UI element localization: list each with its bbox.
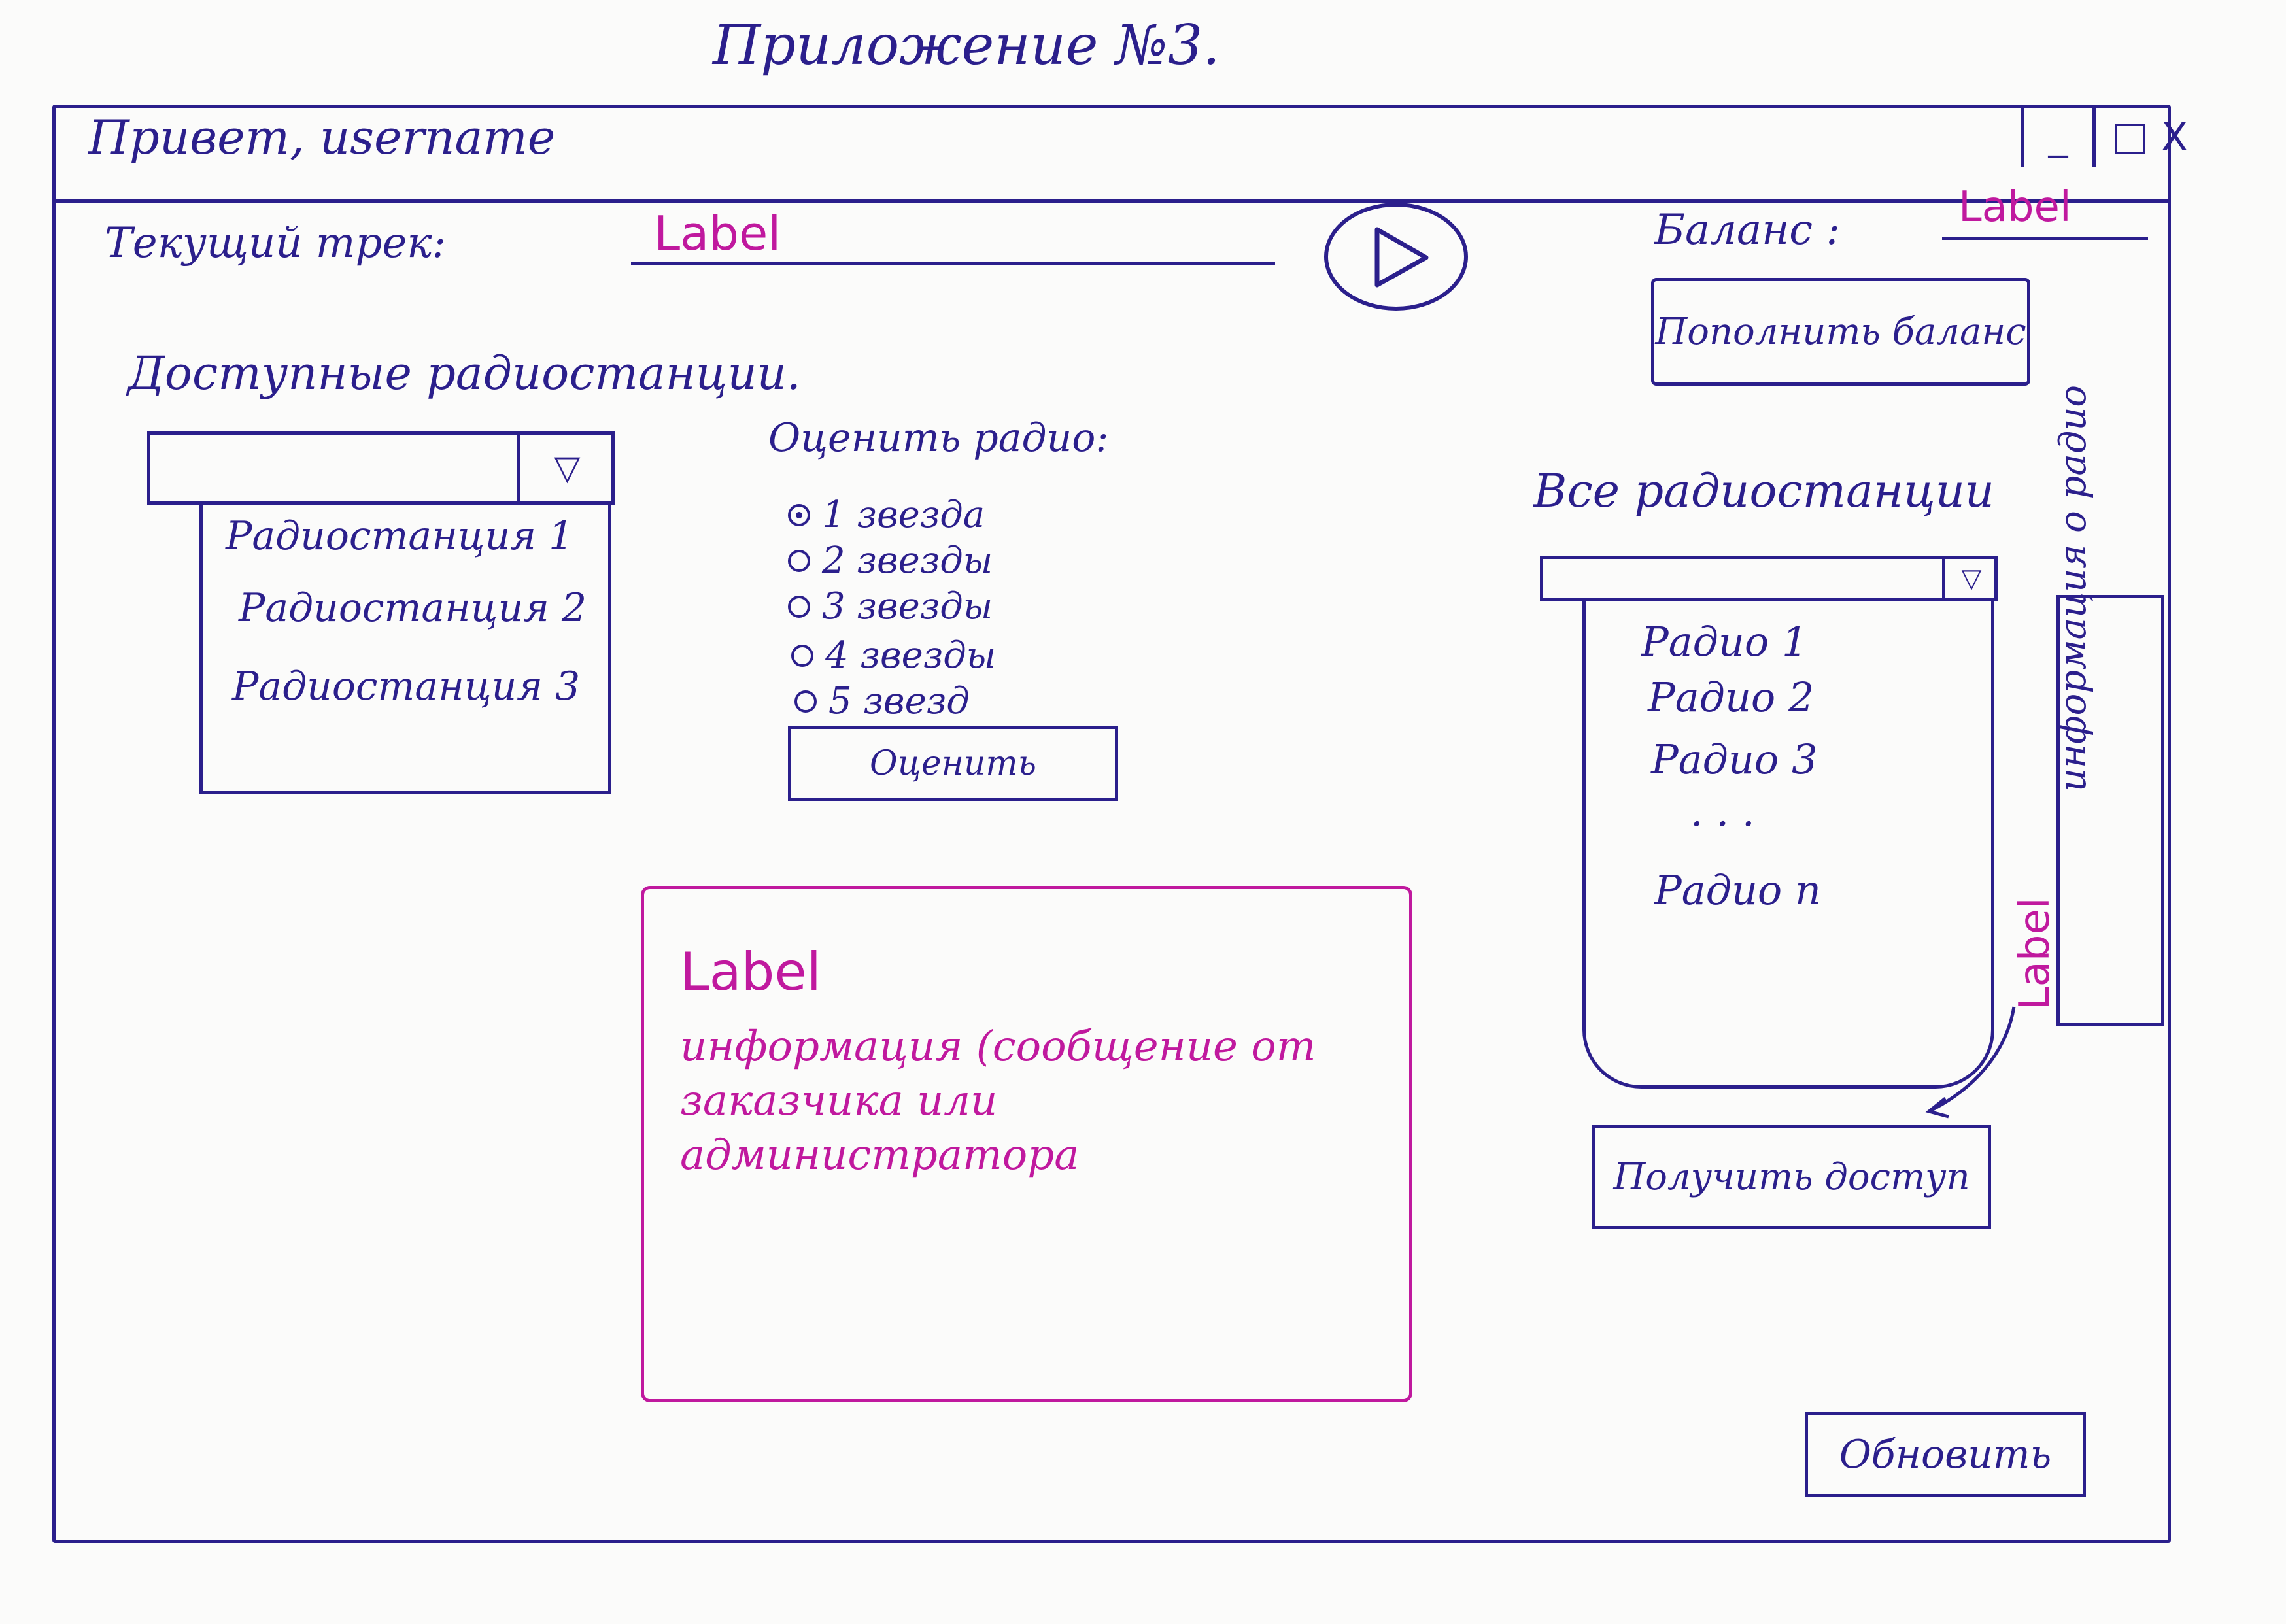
message-text: информация (сообщение от заказчика или а… (680, 1023, 1316, 1180)
list-item[interactable]: Радиостанция 1 (226, 513, 573, 559)
play-icon (1374, 227, 1429, 288)
radio-icon[interactable] (788, 595, 810, 618)
list-item[interactable]: Радио n (1654, 866, 1821, 914)
rating-option-2[interactable]: 2 звезды (788, 539, 993, 582)
rating-option-1[interactable]: 1 звезда (788, 494, 985, 536)
list-item[interactable]: Радио 3 (1651, 736, 1817, 783)
list-item[interactable]: Радиостанция 3 (232, 664, 580, 709)
rate-button[interactable]: Оценить (788, 726, 1118, 801)
available-stations-title: Доступные радиостанции. (128, 347, 801, 400)
window-title: Привет, username (88, 110, 556, 165)
page-title: Приложение №3. (713, 13, 1220, 77)
list-item[interactable]: Радио 1 (1641, 618, 1807, 666)
available-stations-list: Радиостанция 1 Радиостанция 2 Радиостанц… (199, 503, 611, 794)
arrow-icon (1925, 1006, 2016, 1119)
top-up-balance-button[interactable]: Пополнить баланс (1651, 278, 2030, 386)
radio-icon[interactable] (791, 644, 813, 667)
balance-underline (1942, 237, 2148, 240)
track-underline (631, 262, 1275, 265)
balance-value: Label (1958, 183, 2072, 231)
radio-selected-icon[interactable] (788, 503, 810, 526)
maximize-button[interactable]: □ (2092, 105, 2164, 167)
list-ellipsis: . . . (1690, 788, 1755, 836)
minimize-button[interactable]: _ (2021, 105, 2092, 167)
rating-option-5[interactable]: 5 звезд (794, 680, 970, 722)
radio-icon[interactable] (788, 549, 810, 572)
list-item[interactable]: Радиостанция 2 (239, 585, 587, 631)
dropdown-arrow-icon[interactable]: ▽ (1942, 556, 1998, 601)
rating-option-4[interactable]: 4 звезды (791, 634, 996, 677)
rating-option-3[interactable]: 3 звезды (788, 585, 993, 628)
all-stations-dropdown[interactable] (1540, 556, 1998, 601)
balance-label: Баланс : (1654, 206, 1840, 254)
radio-info-button-label: информация о радио (2052, 384, 2094, 792)
play-button[interactable] (1324, 203, 1468, 311)
refresh-button[interactable]: Обновить (1805, 1412, 2086, 1497)
list-item[interactable]: Радио 2 (1648, 673, 1814, 721)
get-access-button[interactable]: Получить доступ (1592, 1125, 1991, 1229)
dropdown-arrow-icon[interactable]: ▽ (517, 431, 615, 505)
current-track-label: Текущий трек: (105, 219, 447, 267)
rate-radio-title: Оценить радио: (768, 415, 1109, 461)
close-button[interactable]: X (2161, 114, 2188, 160)
current-track-value: Label (654, 206, 781, 261)
radio-icon[interactable] (794, 690, 817, 713)
message-label: Label (680, 941, 821, 1002)
all-stations-title: Все радиостанции (1533, 464, 1994, 518)
